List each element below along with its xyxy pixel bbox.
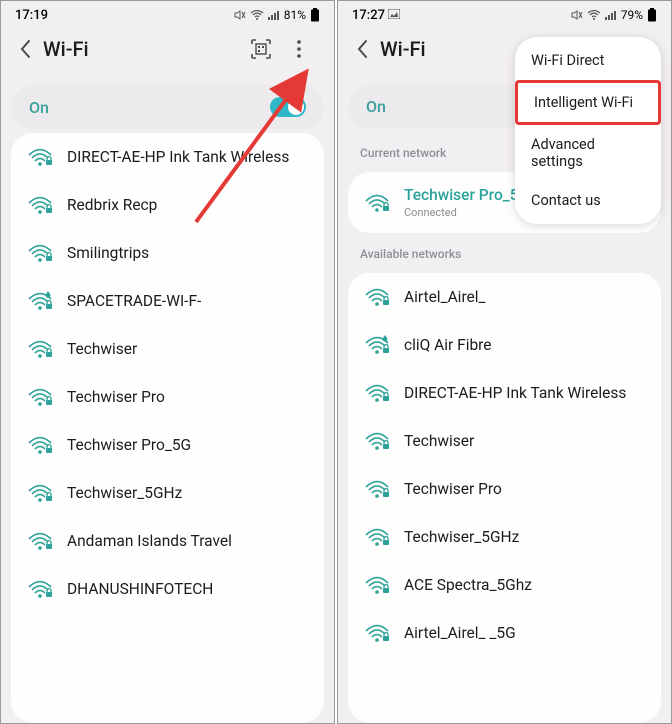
network-item[interactable]: Techwiser [11,325,324,373]
wifi-lock-icon [364,193,390,213]
network-item[interactable]: Redbrix Recp [11,181,324,229]
chevron-left-icon [354,38,372,60]
network-item[interactable]: DIRECT-AE-HP Ink Tank Wireless [11,133,324,181]
network-item[interactable]: Airtel_Airel_ [348,273,661,321]
network-item[interactable]: Techwiser Pro_5G [11,421,324,469]
status-time: 17:27 [352,8,400,23]
network-item[interactable]: SPACETRADE-WI-F- [11,277,324,325]
network-item[interactable]: DIRECT-AE-HP Ink Tank Wireless [348,369,661,417]
page-title: Wi-Fi [380,37,426,61]
status-icons: 81% [234,8,320,22]
wifi-lock-icon [27,483,53,503]
signal-icon [268,10,280,20]
wifi-lock-icon [27,339,53,359]
chevron-left-icon [17,38,35,60]
overflow-menu: Wi-Fi Direct Intelligent Wi-Fi Advanced … [515,37,661,224]
network-item[interactable]: Techwiser Pro [348,465,661,513]
wifi-lock-icon [27,387,53,407]
wifi-lock-icon [364,383,390,403]
battery-icon [310,8,320,22]
menu-intelligent-wifi[interactable]: Intelligent Wi-Fi [515,80,661,125]
wifi-state-label: On [29,98,49,117]
network-item[interactable]: cliQ Air Fibre [348,321,661,369]
back-button[interactable] [354,38,372,60]
wifi-lock-icon [364,527,390,547]
available-networks-header: Available networks [338,233,671,269]
mute-icon [571,9,583,21]
page-title: Wi-Fi [43,37,89,61]
menu-contact-us[interactable]: Contact us [515,181,661,220]
phone-right: 17:27 79% Wi-Fi Wi-Fi Direct Intelligent… [337,0,672,724]
network-item[interactable]: Airtel_Airel_ _5G [348,609,661,657]
wifi-state-label: On [366,97,386,116]
wifi-lock-icon [27,195,53,215]
battery-text: 79% [621,8,643,22]
network-item[interactable]: Techwiser Pro [11,373,324,421]
network-item[interactable]: DHANUSHINFOTECH [11,565,324,613]
wifi-lock-icon [364,623,390,643]
qr-scan-icon [250,38,272,60]
wifi-lock-icon [27,243,53,263]
network-item[interactable]: Techwiser_5GHz [348,513,661,561]
network-list-left: DIRECT-AE-HP Ink Tank Wireless Redbrix R… [11,133,324,723]
network-item[interactable]: Techwiser_5GHz [11,469,324,517]
wifi-lock-icon [364,431,390,451]
wifi-lock-icon [364,575,390,595]
wifi-lock-icon [27,435,53,455]
menu-wifi-direct[interactable]: Wi-Fi Direct [515,41,661,80]
wifi-lock-icon [364,479,390,499]
network-item[interactable]: Techwiser [348,417,661,465]
wifi-status-icon [587,10,601,20]
phone-left: 17:19 81% Wi-Fi On DIRECT-AE-HP Ink Tank… [0,0,335,724]
more-button[interactable] [280,38,318,60]
menu-advanced-settings[interactable]: Advanced settings [515,125,661,181]
wifi-drop-icon [364,335,390,355]
network-item[interactable]: Andaman Islands Travel [11,517,324,565]
wifi-drop-icon [27,291,53,311]
status-time: 17:19 [15,8,48,23]
network-item[interactable]: Smilingtrips [11,229,324,277]
mute-icon [234,9,246,21]
header: Wi-Fi [1,27,334,85]
image-indicator-icon [388,9,400,19]
status-bar: 17:27 79% [338,1,671,27]
status-bar: 17:19 81% [1,1,334,27]
wifi-lock-icon [27,579,53,599]
wifi-status-icon [250,10,264,20]
qr-scan-button[interactable] [242,38,280,60]
wifi-lock-icon [364,287,390,307]
battery-icon [647,8,657,22]
wifi-lock-icon [27,147,53,167]
wifi-toggle[interactable] [270,97,306,117]
network-item[interactable]: ACE Spectra_5Ghz [348,561,661,609]
signal-icon [605,10,617,20]
network-list-right: Airtel_Airel_ cliQ Air Fibre DIRECT-AE-H… [348,273,661,723]
wifi-lock-icon [27,531,53,551]
back-button[interactable] [17,38,35,60]
battery-text: 81% [284,8,306,22]
wifi-toggle-row[interactable]: On [11,85,324,129]
status-icons: 79% [571,8,657,22]
more-vertical-icon [290,38,308,60]
